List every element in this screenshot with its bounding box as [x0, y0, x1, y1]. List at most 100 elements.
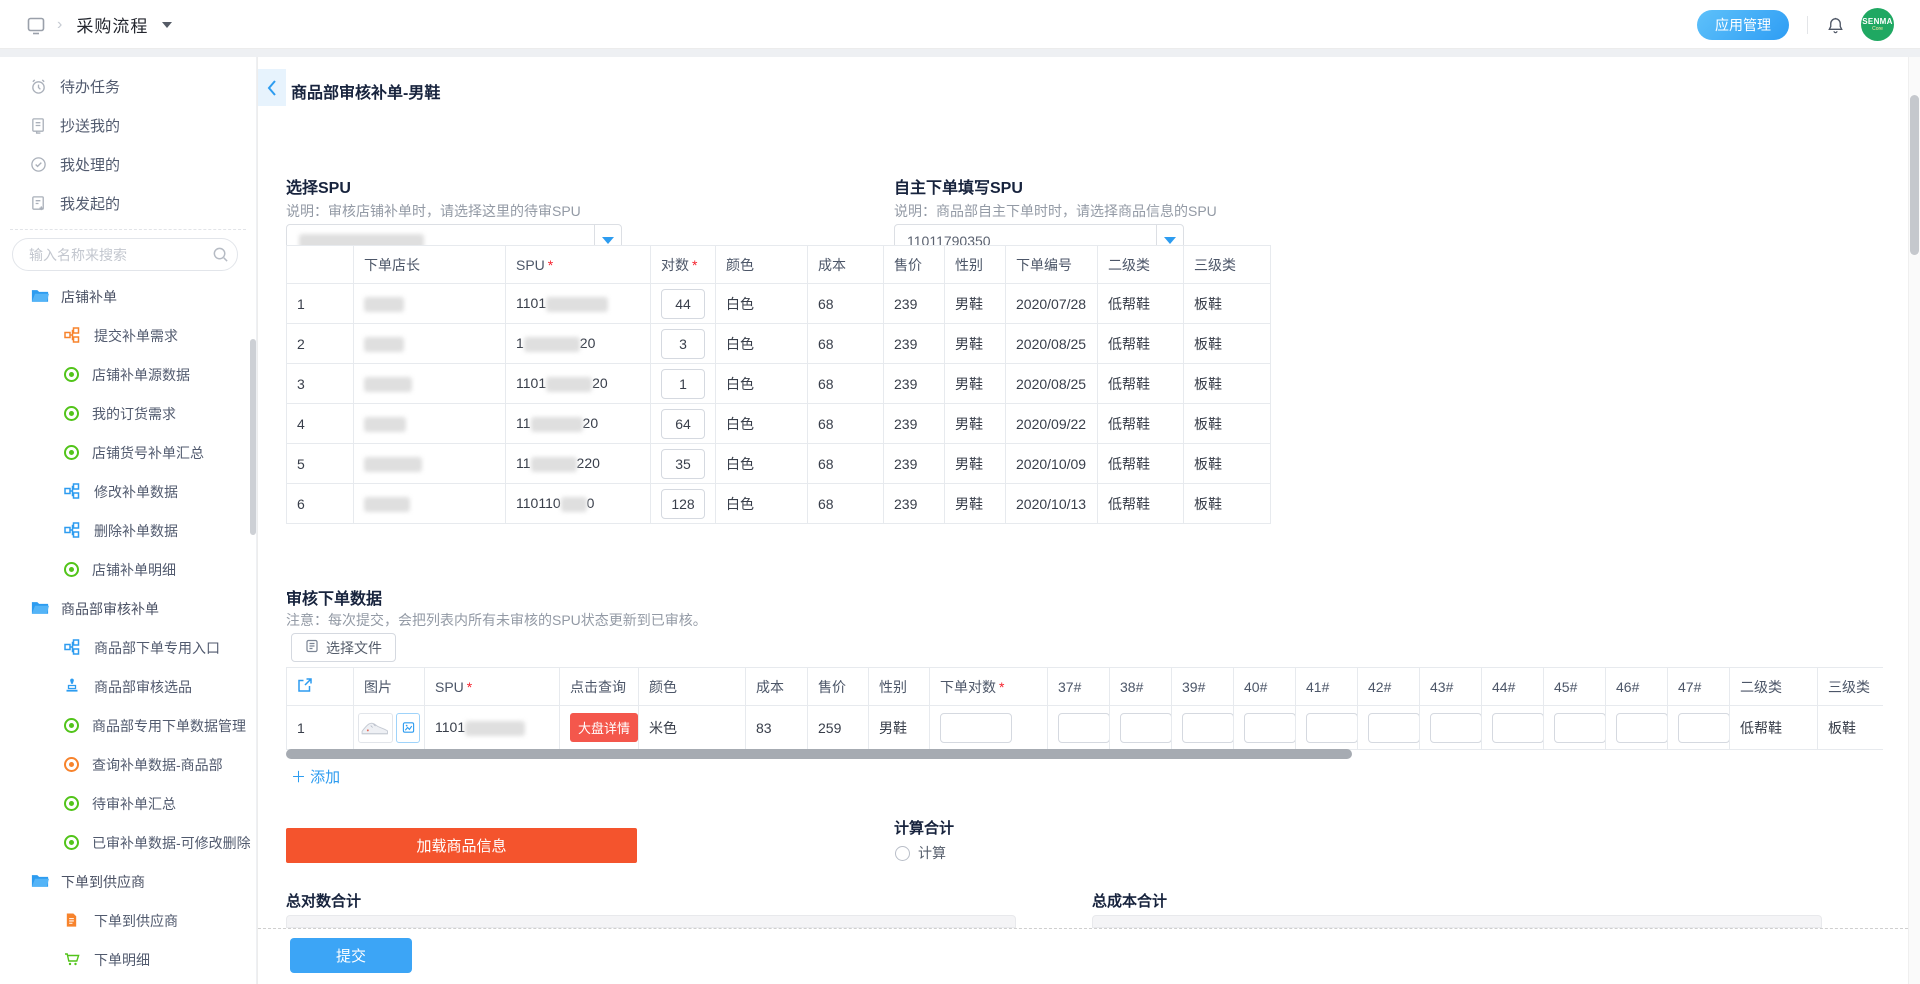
folder-icon: [31, 600, 48, 617]
select-spu-desc: 说明：审核店铺补单时，请选择这里的待审SPU: [286, 201, 581, 221]
sidebar-item-initiated-by-me[interactable]: 我发起的: [0, 184, 256, 223]
check-circle-icon: [30, 156, 47, 173]
col-rownum: [287, 246, 354, 284]
manager-redacted: [354, 284, 506, 324]
sidebar-scrollbar-thumb[interactable]: [250, 339, 256, 535]
size-38-cell: [1110, 706, 1172, 750]
submit-button[interactable]: 提交: [290, 938, 412, 973]
horizontal-scrollbar-thumb[interactable]: [286, 749, 1352, 759]
sidebar-search-input[interactable]: [12, 238, 238, 271]
sidebar-item-store-replenish-detail[interactable]: 店铺补单明细: [0, 550, 256, 589]
sidebar-item-my-order-need[interactable]: 我的订货需求: [0, 394, 256, 433]
size-45-cell: [1544, 706, 1606, 750]
sidebar-item-order-to-supplier[interactable]: 下单到供应商: [0, 901, 256, 940]
col-color: 颜色: [716, 246, 808, 284]
size-input[interactable]: [1120, 713, 1172, 743]
target-icon: [64, 835, 79, 850]
qty-input[interactable]: [661, 289, 705, 319]
col-size-38: 38#: [1110, 668, 1172, 706]
add-row-link[interactable]: ＋ 添加: [291, 766, 340, 787]
qty-input[interactable]: [661, 369, 705, 399]
size-46-cell: [1606, 706, 1668, 750]
flow-icon: [64, 327, 81, 344]
sidebar-item-cc-to-me[interactable]: 抄送我的: [0, 106, 256, 145]
sidebar: 待办任务 抄送我的 我处理的 我发起的 店铺补单 提交补单需求 店铺补单源数据 …: [0, 57, 256, 984]
sidebar-folder-order-to-supplier[interactable]: 下单到供应商: [0, 862, 256, 901]
sidebar-item-pending-review-summary[interactable]: 待审补单汇总: [0, 784, 256, 823]
spu-cell: 1101: [425, 706, 560, 750]
document-icon: [64, 912, 81, 929]
notification-bell-icon[interactable]: [1826, 16, 1843, 33]
sidebar-item-reviewed-data-editable[interactable]: 已审补单数据-可修改删除: [0, 823, 256, 862]
col-price: 售价: [884, 246, 945, 284]
qty-input[interactable]: [661, 409, 705, 439]
sidebar-item-store-replenish-source[interactable]: 店铺补单源数据: [0, 355, 256, 394]
sidebar-folder-dept-review[interactable]: 商品部审核补单: [0, 589, 256, 628]
document-plus-icon: [30, 195, 47, 212]
search-icon[interactable]: [212, 246, 229, 268]
sidebar-item-query-replenish-dept[interactable]: 查询补单数据-商品部: [0, 745, 256, 784]
sidebar-item-dept-order-entry[interactable]: 商品部下单专用入口: [0, 628, 256, 667]
back-button[interactable]: [258, 69, 286, 106]
caret-down-icon: [1164, 237, 1176, 244]
app-menu-caret-icon[interactable]: [162, 22, 172, 28]
sidebar-item-dept-review-selection[interactable]: 商品部审核选品: [0, 667, 256, 706]
sidebar-folder-store-replenish[interactable]: 店铺补单: [0, 277, 256, 316]
review-table-heading: 审核下单数据: [286, 585, 382, 609]
col-size-39: 39#: [1172, 668, 1234, 706]
size-input[interactable]: [1430, 713, 1482, 743]
sidebar-item-todo-tasks[interactable]: 待办任务: [0, 67, 256, 106]
image-preview-button[interactable]: [396, 713, 420, 743]
app-manage-button[interactable]: 应用管理: [1697, 10, 1789, 40]
col-qty: 对数*: [651, 246, 716, 284]
topbar: › 采购流程 应用管理 SENMA Core: [0, 0, 1920, 49]
cart-icon: [64, 951, 81, 968]
sidebar-item-handled-by-me[interactable]: 我处理的: [0, 145, 256, 184]
manager-redacted: [354, 364, 506, 404]
table-row: 1 1101 大盘详情 米色 83 259 男鞋: [287, 706, 1884, 750]
size-input[interactable]: [1678, 713, 1730, 743]
store-order-table: 下单店长 SPU* 对数* 颜色 成本 售价 性别 下单编号 二级类 三级类 1…: [286, 245, 1271, 524]
market-detail-button[interactable]: 大盘详情: [570, 713, 638, 742]
size-44-cell: [1482, 706, 1544, 750]
review-table-scroll-area[interactable]: 图片 SPU* 点击查询 颜色 成本 售价 性别 下单对数* 37# 38# 3…: [286, 667, 1883, 750]
sidebar-item-store-sku-summary[interactable]: 店铺货号补单汇总: [0, 433, 256, 472]
size-input[interactable]: [1182, 713, 1234, 743]
sidebar-item-order-detail[interactable]: 下单明细: [0, 940, 256, 979]
qty-input[interactable]: [661, 329, 705, 359]
calc-radio-button[interactable]: [895, 846, 910, 861]
document-send-icon: [30, 117, 47, 134]
sidebar-item-delete-replenish-data[interactable]: 删除补单数据: [0, 511, 256, 550]
size-input[interactable]: [1368, 713, 1420, 743]
size-input[interactable]: [1058, 713, 1110, 743]
target-icon: [64, 367, 79, 382]
qty-input[interactable]: [661, 489, 705, 519]
size-47-cell: [1668, 706, 1730, 750]
size-input[interactable]: [1492, 713, 1544, 743]
qty-input[interactable]: [661, 449, 705, 479]
breadcrumb-app-name[interactable]: 采购流程: [76, 12, 148, 37]
size-input[interactable]: [1306, 713, 1358, 743]
user-avatar[interactable]: SENMA Core: [1861, 8, 1894, 41]
size-input[interactable]: [1554, 713, 1606, 743]
footer-divider: [258, 928, 1908, 929]
qty-cell: [651, 444, 716, 484]
sidebar-item-dept-order-data-manage[interactable]: 商品部专用下单数据管理: [0, 706, 256, 745]
app-switcher-icon[interactable]: [26, 16, 43, 33]
sidebar-item-submit-replenish-need[interactable]: 提交补单需求: [0, 316, 256, 355]
query-cell: 大盘详情: [560, 706, 639, 750]
col-size-43: 43#: [1420, 668, 1482, 706]
col-size-42: 42#: [1358, 668, 1420, 706]
col-size-40: 40#: [1234, 668, 1296, 706]
select-spu-heading: 选择SPU: [286, 174, 351, 198]
sidebar-item-edit-replenish-data[interactable]: 修改补单数据: [0, 472, 256, 511]
size-input[interactable]: [1244, 713, 1296, 743]
order-qty-input[interactable]: [940, 713, 1012, 743]
load-product-info-button[interactable]: 加载商品信息: [286, 828, 637, 863]
size-input[interactable]: [1616, 713, 1668, 743]
page-scrollbar-thumb[interactable]: [1910, 95, 1919, 255]
product-thumbnail[interactable]: [358, 713, 393, 743]
col-order-qty: 下单对数*: [930, 668, 1048, 706]
export-icon[interactable]: [297, 680, 313, 696]
choose-file-button[interactable]: 选择文件: [291, 633, 396, 662]
